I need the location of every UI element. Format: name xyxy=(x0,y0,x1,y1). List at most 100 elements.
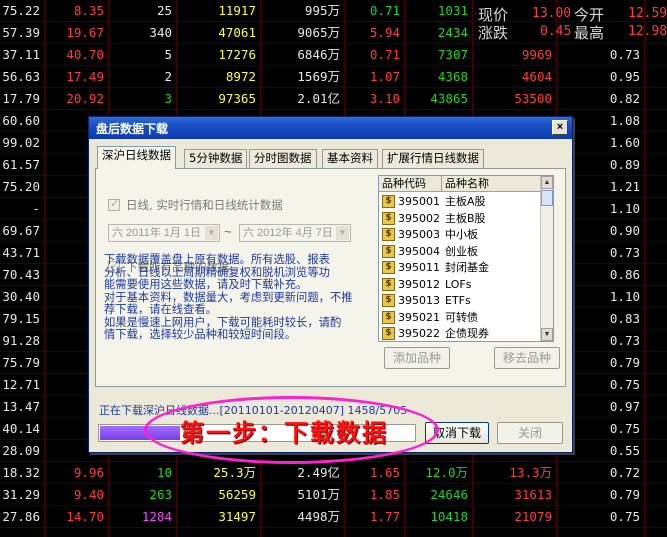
table-cell: 12.0万 xyxy=(425,465,468,480)
download-dialog: 盘后数据下载 × 深沪日线数据 5分钟数据 分时图数据 基本资料 扩展行情日线数… xyxy=(88,116,573,453)
table-cell: 28.09 xyxy=(2,443,40,458)
date-from-picker[interactable]: 六 2011年 1月 1日 ▼ xyxy=(108,224,220,242)
table-cell: 2.01亿 xyxy=(297,91,340,106)
table-cell: 57.39 xyxy=(2,25,40,40)
tab-timeshare-data[interactable]: 分时图数据 xyxy=(249,149,317,168)
tab-5min-data[interactable]: 5分钟数据 xyxy=(184,149,248,168)
product-list[interactable]: 品种代码 品种名称 $395001 主板A股 $395002 主板B股 $395003 中… xyxy=(378,175,554,342)
cancel-download-button[interactable]: 取消下载 xyxy=(425,422,489,444)
table-cell: 1.07 xyxy=(369,69,400,84)
table-row[interactable]: 27.86 14.70 1284 31497 4498万 1.77 10418 21079 0.… xyxy=(0,506,667,528)
table-cell: 0.73 xyxy=(609,333,640,348)
list-item[interactable]: $395004 创业板 xyxy=(379,243,541,260)
table-cell: 70.43 xyxy=(2,267,40,282)
list-item-code: 395001 xyxy=(398,195,440,208)
table-cell: 9969 xyxy=(521,47,552,62)
table-cell: 2434 xyxy=(437,25,468,40)
list-item[interactable]: $395001 主板A股 xyxy=(379,193,541,210)
dollar-icon: $ xyxy=(382,211,395,225)
table-cell: - xyxy=(32,201,40,216)
table-cell: 13.3万 xyxy=(509,465,552,480)
list-item[interactable]: $395011 封闭基金 xyxy=(379,259,541,276)
table-row[interactable]: 18.32 9.96 10 25.3万 2.49亿 1.65 12.0万 13.3万 0.72 xyxy=(0,462,667,484)
table-cell: 75.79 xyxy=(2,355,40,370)
table-cell: 97365 xyxy=(218,91,256,106)
table-cell: 1284 xyxy=(141,509,172,524)
list-item-code: 395004 xyxy=(398,244,440,258)
table-cell: 263 xyxy=(149,487,172,502)
table-cell: 340 xyxy=(149,25,172,40)
list-item[interactable]: $395013 ETFs xyxy=(379,292,541,309)
table-cell: 9.96 xyxy=(73,465,104,480)
table-cell: 0.72 xyxy=(609,465,640,480)
table-row[interactable]: 31.29 9.40 263 56259 5101万 1.85 24646 31613 0.79 xyxy=(0,484,667,506)
dollar-icon: $ xyxy=(382,294,395,307)
table-row[interactable]: 56.63 17.49 2 8972 1569万 1.07 4368 4604 0.95 xyxy=(0,66,667,88)
table-cell: 1.77 xyxy=(369,509,400,524)
table-cell: 0.95 xyxy=(609,69,640,84)
header-name[interactable]: 品种名称 xyxy=(442,176,541,192)
table-cell: 43865 xyxy=(430,91,468,106)
table-cell: 8.35 xyxy=(73,3,104,18)
table-cell: 1.10 xyxy=(609,201,640,216)
table-cell: 40.70 xyxy=(66,47,104,62)
list-item[interactable]: $395022 企债现券 xyxy=(379,325,541,342)
scroll-down-icon[interactable]: ▼ xyxy=(541,328,553,341)
table-cell: 0.71 xyxy=(369,47,400,62)
list-scrollbar[interactable]: ▲ ▼ xyxy=(540,176,553,341)
header-code[interactable]: 品种代码 xyxy=(379,176,442,192)
table-cell: 10418 xyxy=(430,509,468,524)
list-header: 品种代码 品种名称 xyxy=(379,176,541,192)
list-item-name: 主板A股 xyxy=(445,195,486,208)
table-cell: 0.86 xyxy=(609,267,640,282)
table-cell: 0.89 xyxy=(609,157,640,172)
dialog-titlebar[interactable]: 盘后数据下载 × xyxy=(89,117,572,139)
tab-basic-info[interactable]: 基本资料 xyxy=(322,149,378,168)
table-cell: 31497 xyxy=(218,509,256,524)
date-to-picker[interactable]: 六 2012年 4月 7日 ▼ xyxy=(239,224,351,242)
list-item[interactable]: $395021 可转债 xyxy=(379,309,541,326)
table-row[interactable]: 37.11 40.70 5 17276 6846万 0.71 7307 9969 0.73 xyxy=(0,44,667,66)
table-cell: 0.73 xyxy=(609,245,640,260)
dollar-icon: $ xyxy=(382,327,395,340)
table-cell: 18.32 xyxy=(2,465,40,480)
close-button[interactable]: 关闭 xyxy=(497,422,563,444)
table-cell: 0.75 xyxy=(609,421,640,436)
table-cell: 0.75 xyxy=(609,377,640,392)
daily-checkbox[interactable] xyxy=(108,197,120,211)
table-cell: 1.08 xyxy=(609,113,640,128)
table-cell: 5101万 xyxy=(297,487,340,502)
description-text: 下载数据覆盖盘上原有数据。所有选股、报表 分析、日线以上周期精确复权和脱机浏览等功… xyxy=(104,253,362,342)
value-change: 0.45 xyxy=(540,24,572,39)
label-change: 涨跌 xyxy=(478,24,509,42)
list-item[interactable]: $395003 中小板 xyxy=(379,226,541,243)
table-cell: 0.71 xyxy=(369,3,400,18)
dollar-icon: $ xyxy=(382,195,395,208)
scroll-thumb[interactable] xyxy=(541,190,553,206)
list-item[interactable]: $395012 LOFs xyxy=(379,276,541,293)
table-cell: 0.75 xyxy=(609,509,640,524)
table-cell: 19.67 xyxy=(66,25,104,40)
dollar-icon: $ xyxy=(382,277,395,291)
table-cell: 25 xyxy=(156,3,172,18)
list-item-name: 可转债 xyxy=(445,310,478,324)
table-cell: 99.02 xyxy=(2,135,40,150)
scroll-up-icon[interactable]: ▲ xyxy=(541,176,553,189)
tab-daily-data[interactable]: 深沪日线数据 xyxy=(97,146,176,169)
tab-extended-daily[interactable]: 扩展行情日线数据 xyxy=(382,149,484,168)
list-item-code: 395021 xyxy=(398,310,440,324)
table-cell: 8972 xyxy=(225,69,256,84)
value-high: 12.98 xyxy=(628,24,667,39)
table-row[interactable]: 17.79 20.92 3 97365 2.01亿 3.10 43865 53500 0.82 xyxy=(0,88,667,110)
table-cell: 31.29 xyxy=(2,487,40,502)
remove-product-button[interactable]: 移去品种 xyxy=(494,347,560,369)
close-icon[interactable]: × xyxy=(552,120,568,135)
add-product-button[interactable]: 添加品种 xyxy=(384,347,450,369)
table-cell: 995万 xyxy=(304,3,340,18)
list-item[interactable]: $395002 主板B股 xyxy=(379,210,541,227)
table-cell: 17276 xyxy=(218,47,256,62)
table-cell: 2.49亿 xyxy=(297,465,340,480)
list-item-code: 395012 xyxy=(398,277,440,291)
daily-checkbox-row[interactable]: 日线, 实时行情和日线统计数据 xyxy=(108,197,283,213)
table-cell: 10 xyxy=(156,465,172,480)
